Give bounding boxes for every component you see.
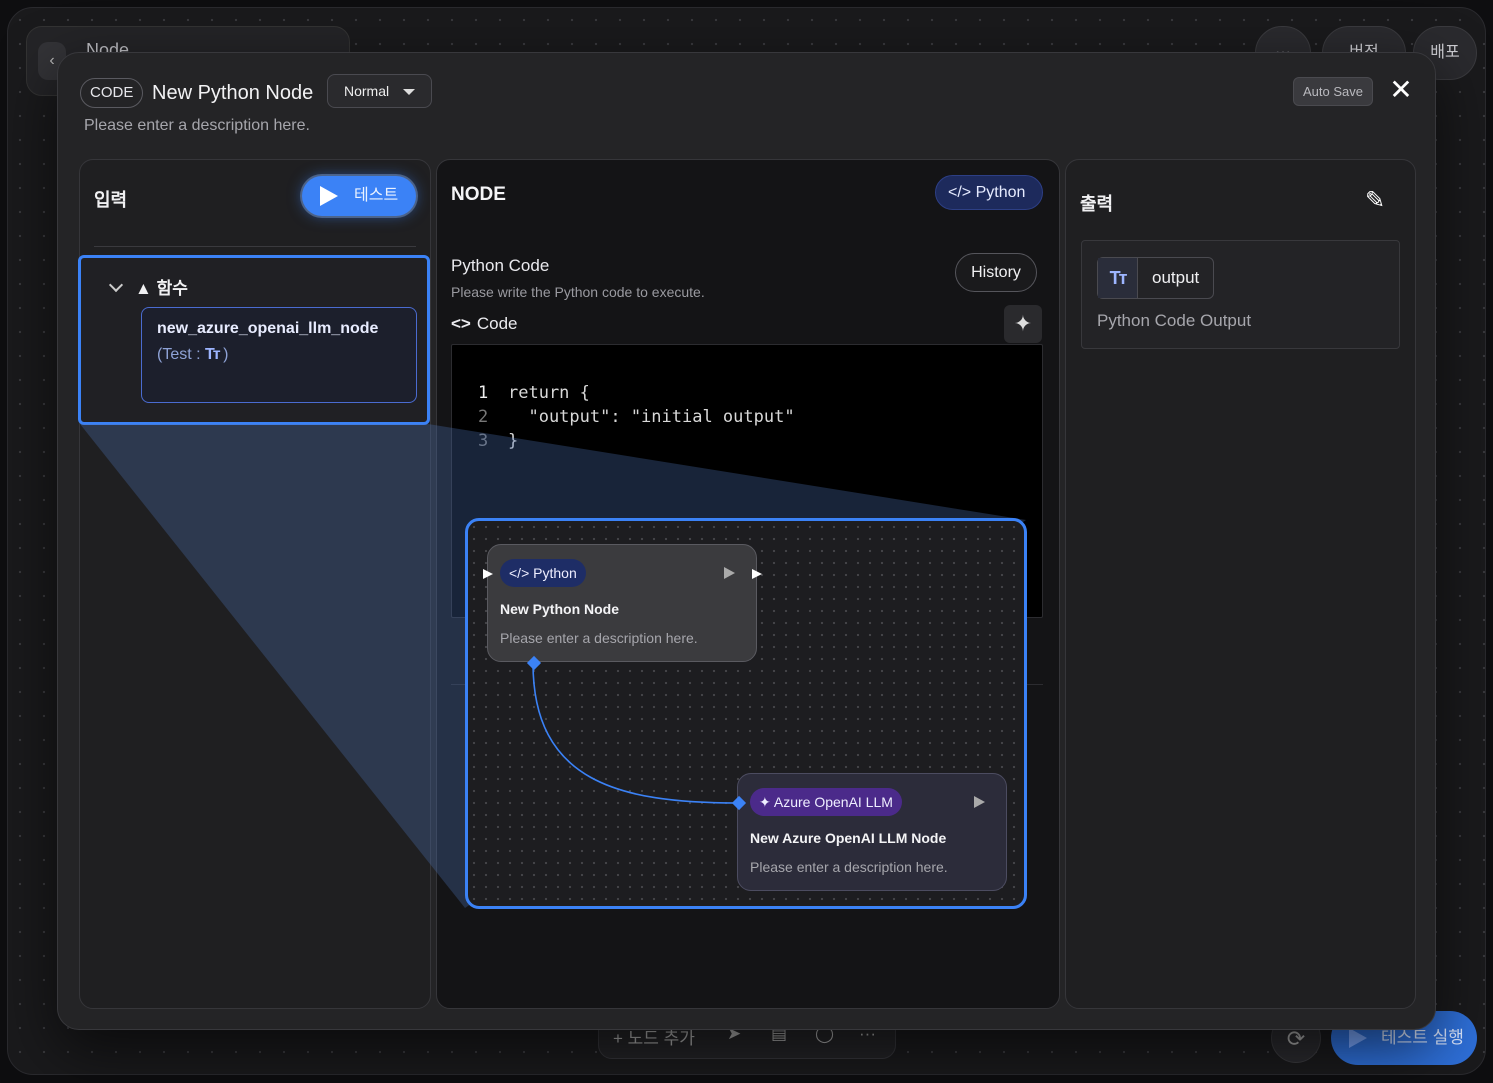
canvas-zoom-preview: </> Python New Python Node Please enter … xyxy=(465,518,1027,909)
function-group-label: 함수 xyxy=(156,279,188,298)
python-node-description: Please enter a description here. xyxy=(500,630,698,646)
divider xyxy=(94,246,416,247)
play-icon[interactable] xyxy=(724,567,735,579)
chevron-down-icon[interactable] xyxy=(108,277,124,293)
output-card[interactable]: Tт output Python Code Output xyxy=(1081,240,1400,349)
line-number: 3 xyxy=(478,431,489,451)
function-group[interactable]: ▲ 함수 new_azure_openai_llm_node (Test : T… xyxy=(78,255,430,425)
python-code-subtitle: Please write the Python code to execute. xyxy=(451,284,705,300)
code-icon: <> xyxy=(451,314,471,333)
node-type-chip: CODE xyxy=(80,78,144,108)
code-line[interactable]: 2 "output": "initial output" xyxy=(478,405,795,429)
python-node-card[interactable]: </> Python New Python Node Please enter … xyxy=(487,544,757,662)
function-group-header[interactable]: ▲ 함수 xyxy=(108,274,188,299)
function-item[interactable]: new_azure_openai_llm_node (Test : Tт ) xyxy=(141,307,417,403)
language-label: Python xyxy=(975,184,1026,201)
sparkle-icon: ✦ xyxy=(759,794,774,810)
azure-node-description: Please enter a description here. xyxy=(750,859,948,875)
code-text: "output": "initial output" xyxy=(508,407,795,427)
output-panel-title: 출력 xyxy=(1080,194,1114,214)
play-icon xyxy=(1349,1028,1367,1048)
python-chip: </> Python xyxy=(500,559,586,587)
code-label: <> Code xyxy=(451,314,518,334)
code-brackets-icon: </> xyxy=(509,565,534,581)
text-type-icon: Tт xyxy=(205,346,221,363)
function-name: new_azure_openai_llm_node xyxy=(157,320,379,337)
play-icon[interactable] xyxy=(974,796,985,808)
history-button[interactable]: History xyxy=(955,253,1037,292)
output-chip[interactable]: Tт output xyxy=(1097,257,1215,299)
mode-value: Normal xyxy=(344,83,390,99)
input-panel-title: 입력 xyxy=(94,190,128,210)
code-text: return { xyxy=(508,383,590,403)
line-number: 2 xyxy=(478,407,489,427)
azure-chip-label: Azure OpenAI LLM xyxy=(773,794,893,810)
node-panel-title: NODE xyxy=(451,184,506,205)
azure-node-title: New Azure OpenAI LLM Node xyxy=(750,830,947,846)
language-chip[interactable]: </> Python xyxy=(935,175,1043,210)
pencil-icon[interactable]: ✎ xyxy=(1360,186,1390,216)
code-line[interactable]: 1 return { xyxy=(478,381,590,405)
output-panel: 출력 ✎ Tт output Python Code Output xyxy=(1065,159,1416,1009)
test-prefix: (Test : xyxy=(157,346,201,363)
close-icon[interactable]: ✕ xyxy=(1388,76,1414,104)
autosave-button[interactable]: Auto Save xyxy=(1293,77,1373,106)
output-name: output xyxy=(1152,268,1200,287)
play-icon xyxy=(320,186,338,206)
function-test-value: (Test : Tт ) xyxy=(157,346,401,364)
test-button[interactable]: 테스트 xyxy=(302,176,416,216)
code-label-text: Code xyxy=(476,314,518,333)
run-test-label: 테스트 실행 xyxy=(1381,1028,1464,1047)
code-brackets-icon: </> xyxy=(948,184,972,201)
test-suffix: ) xyxy=(223,346,229,363)
code-line[interactable]: 3} xyxy=(478,429,518,453)
code-text: } xyxy=(508,431,519,451)
node-title[interactable]: New Python Node xyxy=(152,79,313,107)
python-code-title: Python Code xyxy=(451,256,550,275)
ai-sparkle-icon[interactable]: ✦ xyxy=(1004,305,1042,343)
mode-select[interactable]: Normal xyxy=(327,74,432,108)
node-description[interactable]: Please enter a description here. xyxy=(84,117,310,135)
python-node-title: New Python Node xyxy=(500,601,620,617)
text-type-icon: Tт xyxy=(1098,258,1138,298)
test-button-label: 테스트 xyxy=(354,187,399,204)
line-number: 1 xyxy=(478,383,489,403)
azure-chip: ✦ Azure OpenAI LLM xyxy=(750,788,902,816)
python-chip-label: Python xyxy=(533,565,577,581)
azure-node-card[interactable]: ✦ Azure OpenAI LLM New Azure OpenAI LLM … xyxy=(737,773,1007,891)
caret-down-icon xyxy=(403,89,415,95)
output-description: Python Code Output xyxy=(1097,311,1252,330)
flask-icon: ▲ xyxy=(135,279,152,298)
